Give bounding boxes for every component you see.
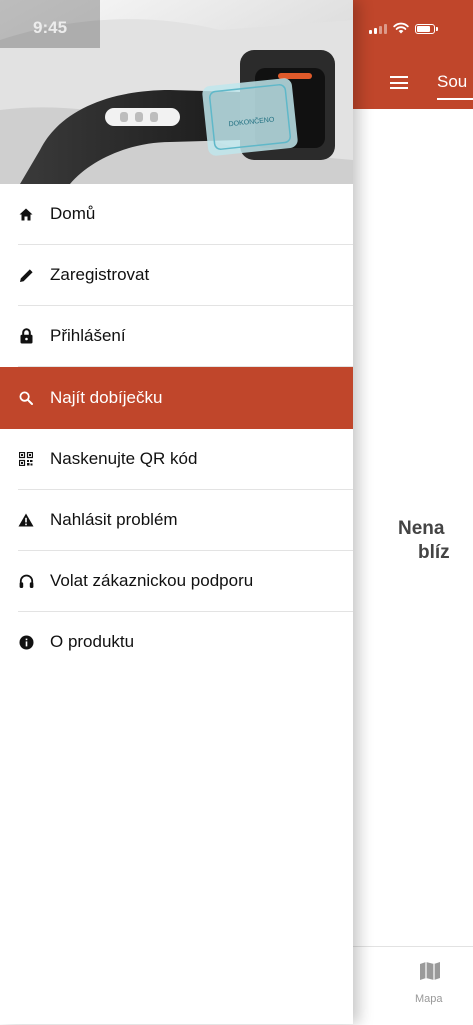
app-header: Sou [353, 0, 473, 109]
menu-item-login[interactable]: Přihlášení [18, 306, 353, 367]
map-tab-label[interactable]: Mapa [415, 993, 443, 1005]
menu-item-register[interactable]: Zaregistrovat [18, 245, 353, 306]
warning-icon [18, 512, 34, 528]
drawer-header-image: DOKONČENO 9:45 [0, 0, 353, 184]
empty-message-line-2: blíz [418, 542, 450, 563]
map-icon[interactable] [419, 961, 441, 981]
menu-icon[interactable] [390, 76, 408, 89]
empty-message-line-1: Nena [398, 518, 445, 539]
lock-icon [18, 328, 34, 344]
search-icon [18, 390, 34, 406]
bottom-nav: Mapa [353, 946, 473, 1025]
status-time: 9:45 [33, 18, 68, 37]
menu-item-label: Najít dobíječku [50, 387, 163, 407]
menu-item-home[interactable]: Domů [18, 184, 353, 245]
menu-item-label: Přihlášení [50, 326, 126, 345]
menu-item-find-charger[interactable]: Najít dobíječku [0, 367, 353, 429]
menu-item-label: Zaregistrovat [50, 265, 150, 284]
main-screen: Sou Nena blíz Mapa [353, 0, 473, 1024]
menu-item-scan-qr[interactable]: Naskenujte QR kód [18, 429, 353, 490]
menu-item-label: Volat zákaznickou podporu [50, 571, 254, 590]
battery-icon [415, 24, 438, 34]
status-icons [369, 22, 438, 34]
wifi-icon [393, 22, 409, 34]
menu-item-about[interactable]: O produktu [18, 612, 353, 672]
tab-label[interactable]: Sou [437, 72, 467, 92]
menu-item-label: O produktu [50, 632, 135, 651]
menu-item-label: Domů [50, 204, 96, 223]
menu-item-report-problem[interactable]: Nahlásit problém [18, 490, 353, 551]
headset-icon [18, 573, 34, 589]
qr-code-icon [18, 451, 34, 467]
menu-item-label: Naskenujte QR kód [50, 449, 198, 468]
pencil-icon [18, 267, 34, 283]
info-icon [18, 634, 34, 650]
empty-message: Nena blíz [398, 517, 473, 565]
tab-underline [437, 98, 473, 100]
navigation-drawer: DOKONČENO 9:45 Domů Zaregistrovat Přihlá… [0, 0, 353, 1024]
drawer-menu: Domů Zaregistrovat Přihlášení Najít dobí… [0, 184, 353, 672]
signal-icon [369, 24, 387, 34]
menu-item-label: Nahlásit problém [50, 510, 178, 529]
menu-item-call-support[interactable]: Volat zákaznickou podporu [18, 551, 353, 612]
home-icon [18, 206, 34, 222]
